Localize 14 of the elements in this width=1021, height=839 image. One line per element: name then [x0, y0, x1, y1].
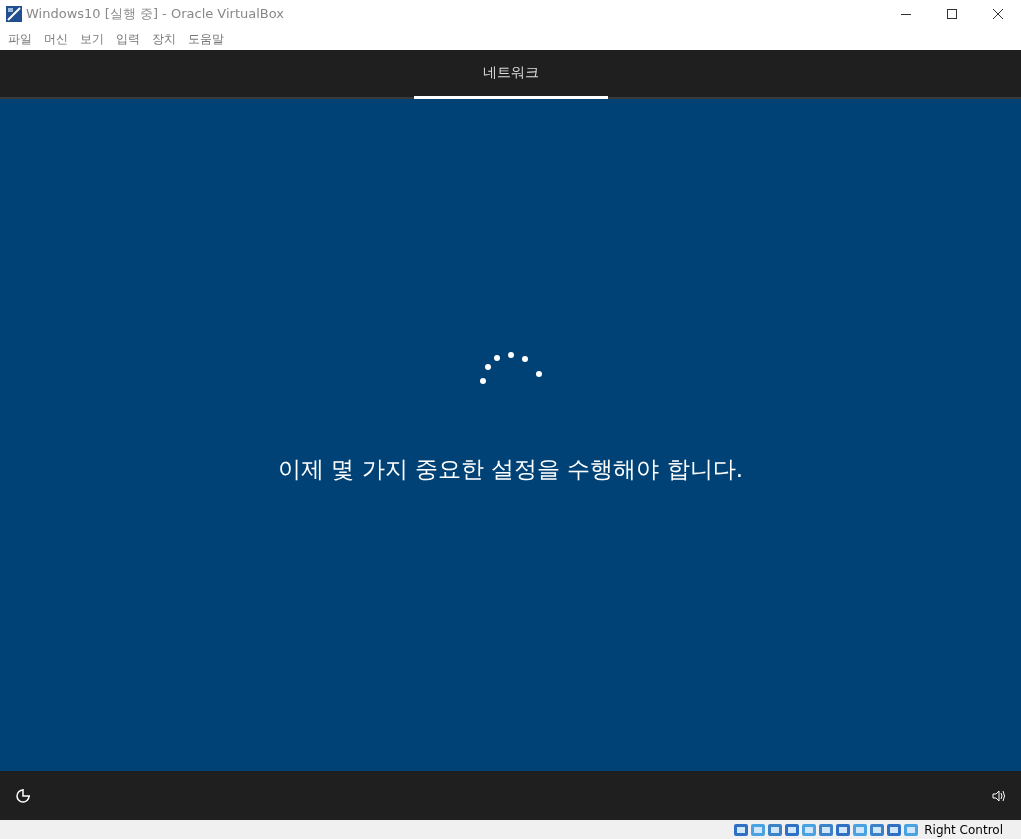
- app-icon: [6, 6, 22, 22]
- maximize-icon: [947, 9, 957, 19]
- setup-message: 이제 몇 가지 중요한 설정을 수행해야 합니다.: [277, 455, 744, 484]
- menu-item[interactable]: 파일: [2, 30, 38, 48]
- close-icon: [993, 9, 1003, 19]
- accessibility-icon[interactable]: [14, 786, 32, 805]
- menu-item[interactable]: 입력: [110, 30, 146, 48]
- menu-item[interactable]: 도움말: [182, 30, 230, 48]
- menu-item[interactable]: 보기: [74, 30, 110, 48]
- host-key-label: Right Control: [924, 822, 1003, 837]
- loading-spinner-icon: [479, 350, 542, 386]
- window-title: Windows10 [실행 중] - Oracle VirtualBox: [26, 5, 284, 23]
- menu-item[interactable]: 머신: [38, 30, 74, 48]
- menu-item[interactable]: 장치: [146, 30, 182, 48]
